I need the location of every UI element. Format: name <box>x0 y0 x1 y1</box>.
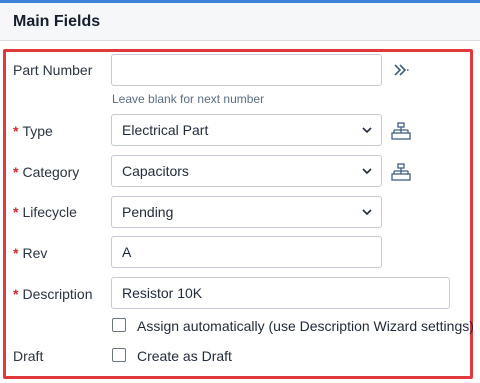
required-marker: * <box>13 286 19 302</box>
description-input[interactable]: Resistor 10K <box>111 277 450 309</box>
category-label: * Category <box>13 164 79 180</box>
rev-label-text: Rev <box>22 245 48 261</box>
rev-label: * Rev <box>13 245 47 261</box>
create-as-draft-checkbox[interactable] <box>112 348 126 362</box>
draft-label: Draft <box>13 348 44 364</box>
type-label-text: Type <box>22 123 53 139</box>
part-number-input[interactable] <box>111 54 382 86</box>
category-select[interactable]: Capacitors <box>111 155 382 187</box>
type-select[interactable]: Electrical Part <box>111 114 382 146</box>
required-marker: * <box>13 204 19 220</box>
assign-automatically-checkbox[interactable] <box>112 318 126 332</box>
create-as-draft-label: Create as Draft <box>137 348 232 364</box>
description-label: * Description <box>13 286 92 302</box>
chevron-down-icon <box>362 168 372 175</box>
type-value: Electrical Part <box>122 122 209 138</box>
chevron-down-icon <box>362 209 372 216</box>
category-value: Capacitors <box>122 163 189 179</box>
hierarchy-icon[interactable] <box>391 162 411 182</box>
part-number-hint: Leave blank for next number <box>112 92 265 106</box>
assign-automatically-label: Assign automatically (use Description Wi… <box>137 318 474 334</box>
hierarchy-icon[interactable] <box>391 121 411 141</box>
required-marker: * <box>13 245 19 261</box>
rev-value: A <box>122 244 132 260</box>
lifecycle-label-text: Lifecycle <box>22 204 77 220</box>
description-value: Resistor 10K <box>122 285 203 301</box>
lifecycle-select[interactable]: Pending <box>111 196 382 228</box>
description-label-text: Description <box>22 286 93 302</box>
section-header: Main Fields <box>0 3 480 41</box>
required-marker: * <box>13 123 19 139</box>
lifecycle-value: Pending <box>122 204 174 220</box>
required-marker: * <box>13 164 19 180</box>
rev-input[interactable]: A <box>111 236 382 268</box>
section-title: Main Fields <box>13 13 101 30</box>
category-label-text: Category <box>22 164 80 180</box>
double-chevron-right-icon[interactable] <box>391 60 411 80</box>
chevron-down-icon <box>362 127 372 134</box>
lifecycle-label: * Lifecycle <box>13 204 77 220</box>
type-label: * Type <box>13 123 53 139</box>
part-number-label: Part Number <box>13 62 93 78</box>
